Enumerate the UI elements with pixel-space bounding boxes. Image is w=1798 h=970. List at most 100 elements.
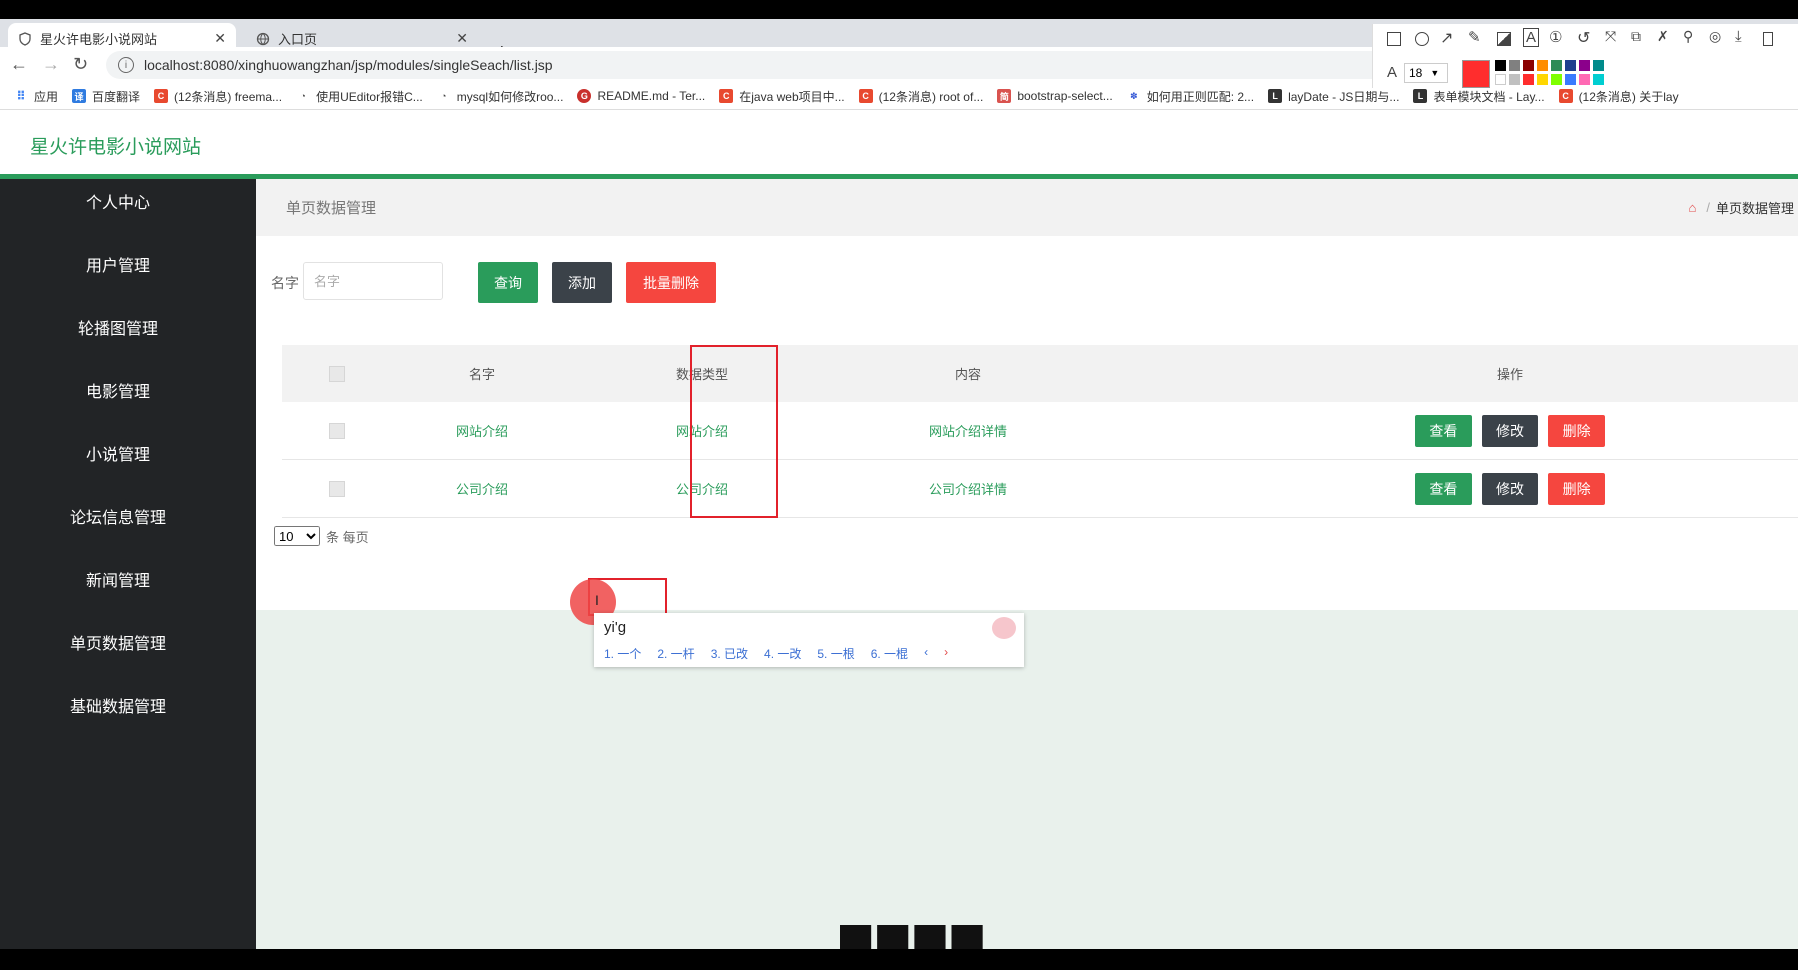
breadcrumb-current: 单页数据管理 bbox=[1715, 201, 1794, 216]
delete-button[interactable]: 删除 bbox=[1548, 472, 1606, 505]
translate-icon[interactable]: ⧉ bbox=[1631, 28, 1641, 45]
color-swatch[interactable] bbox=[1565, 60, 1576, 71]
bookmark[interactable]: ◔ 使用UEditor报错C... bbox=[296, 88, 423, 105]
mosaic-tool-icon[interactable] bbox=[1497, 32, 1511, 46]
view-button[interactable]: 查看 bbox=[1415, 414, 1472, 447]
batch-delete-button[interactable]: 批量删除 bbox=[626, 262, 716, 303]
current-color-swatch[interactable] bbox=[1462, 60, 1490, 88]
bookmark[interactable]: LlayDate - JS日期与... bbox=[1268, 88, 1399, 105]
color-swatch[interactable] bbox=[1551, 74, 1562, 85]
select-all-checkbox[interactable] bbox=[329, 365, 345, 382]
ime-candidate[interactable]: 1. 一个 bbox=[604, 645, 641, 662]
forward-icon[interactable]: → bbox=[42, 54, 60, 75]
query-button[interactable]: 查询 bbox=[478, 262, 538, 303]
bookmark-label: bootstrap-select... bbox=[1017, 89, 1113, 103]
bookmark[interactable]: C (12条消息) root of... bbox=[858, 88, 984, 105]
bookmark-label: mysql如何修改roo... bbox=[456, 89, 564, 104]
color-swatch[interactable] bbox=[1537, 60, 1548, 71]
bookmark-label: (12条消息) 关于lay bbox=[1578, 89, 1679, 104]
bookmark[interactable]: C 在java web项目中... bbox=[719, 88, 845, 105]
color-swatch[interactable] bbox=[1509, 74, 1520, 85]
bookmark-label: 使用UEditor报错C... bbox=[316, 89, 423, 104]
bookmark[interactable]: L 表单模块文档 - Lay... bbox=[1413, 88, 1545, 105]
bookmark[interactable]: C (12条消息) freema... bbox=[154, 88, 282, 105]
bookmark[interactable]: ◔ mysql如何修改roo... bbox=[437, 88, 564, 105]
color-swatch[interactable] bbox=[1509, 60, 1520, 71]
color-swatch[interactable] bbox=[1593, 60, 1604, 71]
pin-icon[interactable]: ⤧ bbox=[1605, 28, 1616, 45]
site-title[interactable]: 星火许电影小说网站 bbox=[30, 132, 201, 159]
breadcrumb: 单页数据管理 ⌂ / 单页数据管理 bbox=[256, 179, 1798, 236]
color-swatch[interactable] bbox=[1579, 60, 1590, 71]
add-button[interactable]: 添加 bbox=[552, 262, 612, 303]
reload-icon[interactable]: ↻ bbox=[73, 54, 88, 75]
color-swatch[interactable] bbox=[1565, 74, 1576, 85]
ime-candidate[interactable]: 4. 一改 bbox=[764, 645, 801, 662]
bookmark-apps[interactable]: ⠿ 应用 bbox=[14, 88, 58, 105]
arrow-tool-icon[interactable]: ↗ bbox=[1440, 28, 1453, 48]
sidebar-item-single-page-data[interactable]: 单页数据管理 bbox=[0, 625, 236, 665]
edit-button[interactable]: 修改 bbox=[1481, 472, 1539, 505]
font-size-select[interactable]: 18 ▼ bbox=[1404, 63, 1448, 83]
bookmark-label: (12条消息) root of... bbox=[878, 89, 984, 104]
color-swatch[interactable] bbox=[1495, 60, 1506, 71]
rectangle-tool-icon[interactable] bbox=[1387, 32, 1401, 46]
column-header-name: 名字 bbox=[468, 367, 495, 382]
ime-candidate[interactable]: 5. 一根 bbox=[817, 645, 854, 662]
cancel-icon[interactable]: ✗ bbox=[1657, 28, 1669, 45]
chevron-down-icon: ▼ bbox=[1430, 68, 1440, 78]
color-swatch[interactable] bbox=[1495, 74, 1506, 85]
info-icon[interactable]: i bbox=[118, 57, 134, 73]
view-button[interactable]: 查看 bbox=[1415, 472, 1472, 505]
number-tool-icon[interactable]: ① bbox=[1549, 28, 1562, 46]
close-tab-icon[interactable]: ✕ bbox=[214, 30, 226, 47]
address-bar[interactable]: i localhost:8080/xinghuowangzhan/jsp/mod… bbox=[106, 51, 1386, 79]
text-tool-icon[interactable]: A bbox=[1523, 28, 1540, 47]
sidebar-item-carousel[interactable]: 轮播图管理 bbox=[0, 310, 236, 350]
sidebar-item-base-data[interactable]: 基础数据管理 bbox=[0, 688, 236, 728]
bookmark[interactable]: 简 bootstrap-select... bbox=[997, 89, 1113, 103]
color-swatch[interactable] bbox=[1551, 60, 1562, 71]
bookmark[interactable]: C (12条消息) 关于lay bbox=[1558, 88, 1679, 105]
sidebar-item-users[interactable]: 用户管理 bbox=[0, 247, 236, 287]
color-swatch[interactable] bbox=[1593, 74, 1604, 85]
ime-candidates: 1. 一个 2. 一杆 3. 已改 4. 一改 5. 一根 6. 一棍 ‹ › bbox=[604, 645, 964, 662]
ime-candidate[interactable]: 2. 一杆 bbox=[657, 645, 694, 662]
sidebar-item-personal-center[interactable]: 个人中心 bbox=[0, 184, 236, 224]
ime-candidate[interactable]: 3. 已改 bbox=[711, 645, 748, 662]
color-swatch[interactable] bbox=[1579, 74, 1590, 85]
layui-icon: L bbox=[1268, 89, 1283, 103]
ime-candidate[interactable]: 6. 一棍 bbox=[871, 645, 908, 662]
sidebar-item-movies[interactable]: 电影管理 bbox=[0, 373, 236, 413]
back-icon[interactable]: ← bbox=[10, 54, 28, 75]
color-swatch[interactable] bbox=[1523, 60, 1534, 71]
row-checkbox[interactable] bbox=[329, 422, 345, 439]
color-swatch[interactable] bbox=[1523, 74, 1534, 85]
pin-to-screen-icon[interactable]: ⚲ bbox=[1683, 28, 1693, 45]
search-input[interactable] bbox=[303, 262, 443, 300]
sidebar-item-novels[interactable]: 小说管理 bbox=[0, 436, 236, 476]
download-icon[interactable]: ⤓ bbox=[1735, 28, 1742, 45]
delete-button[interactable]: 删除 bbox=[1548, 414, 1606, 447]
undo-icon[interactable]: ↺ bbox=[1577, 28, 1590, 48]
home-icon[interactable]: ⌂ bbox=[1689, 200, 1697, 215]
color-swatch[interactable] bbox=[1537, 74, 1548, 85]
ime-next-icon[interactable]: › bbox=[944, 645, 948, 662]
pen-tool-icon[interactable]: ✎ bbox=[1468, 28, 1481, 46]
ime-prev-icon[interactable]: ‹ bbox=[924, 645, 928, 662]
sidebar-item-news[interactable]: 新闻管理 bbox=[0, 562, 236, 602]
bookmark[interactable]: G README.md - Ter... bbox=[577, 89, 705, 103]
sidebar-item-forum[interactable]: 论坛信息管理 bbox=[0, 499, 236, 539]
row-checkbox[interactable] bbox=[329, 480, 345, 497]
ime-composition: yi'g bbox=[604, 619, 627, 636]
page-size-select[interactable]: 10 bbox=[274, 526, 320, 546]
record-icon[interactable]: ◎ bbox=[1709, 28, 1721, 45]
close-tab-icon[interactable]: ✕ bbox=[456, 30, 468, 47]
edit-button[interactable]: 修改 bbox=[1481, 414, 1539, 447]
bookmark[interactable]: 译百度翻译 bbox=[72, 88, 140, 105]
table-row: 网站介绍 网站介绍 网站介绍详情 查看 修改 删除 bbox=[282, 402, 1798, 460]
bookmark[interactable]: ✽ 如何用正则匹配: 2... bbox=[1127, 88, 1254, 105]
select-all-cell bbox=[322, 345, 352, 402]
phone-icon[interactable] bbox=[1763, 32, 1773, 46]
ellipse-tool-icon[interactable] bbox=[1415, 32, 1429, 46]
